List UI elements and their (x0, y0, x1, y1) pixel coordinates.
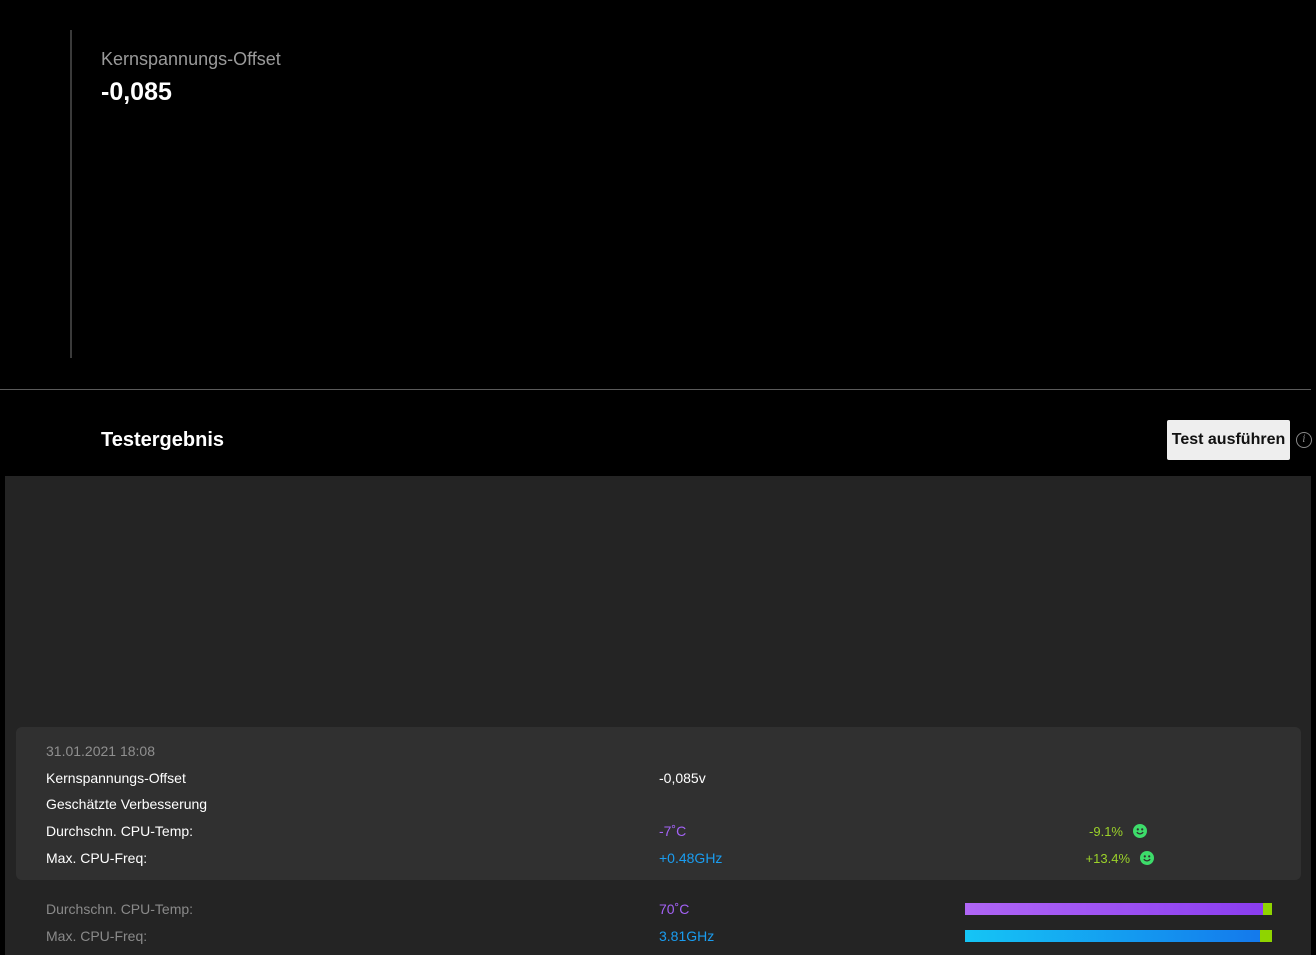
summary-temp-value: 70˚C (659, 901, 690, 917)
freq-improvement-pct: +13.4% (1085, 851, 1130, 866)
result-date: 31.01.2021 18:08 (46, 743, 155, 759)
freq-row-label: Max. CPU-Freq: (46, 850, 148, 866)
freq-progress-bar (965, 930, 1272, 942)
freq-bar-end (1260, 930, 1272, 942)
offset-label: Kernspannungs-Offset (101, 49, 281, 69)
results-title: Testergebnis (101, 429, 224, 451)
result-card: 31.01.2021 18:08 Kernspannungs-Offset -0… (16, 727, 1301, 880)
temp-bar-fill (965, 903, 1263, 915)
offset-value: -0,085 (101, 78, 172, 106)
run-test-button[interactable]: Test ausführen (1167, 420, 1290, 460)
info-icon[interactable]: i (1296, 432, 1312, 448)
temp-improvement-pct: -9.1% (1089, 824, 1123, 839)
results-panel: 31.01.2021 18:08 Kernspannungs-Offset -0… (5, 476, 1311, 955)
offset-row-label: Kernspannungs-Offset (46, 770, 186, 786)
temp-bar-end (1263, 903, 1272, 915)
smiley-icon (1140, 851, 1154, 865)
smiley-icon (1133, 824, 1147, 838)
section-divider-vertical (70, 30, 72, 358)
summary-freq-value: 3.81GHz (659, 928, 715, 944)
temp-row-label: Durchschn. CPU-Temp: (46, 823, 194, 839)
temp-delta-value: -7˚C (659, 823, 687, 839)
improvement-label: Geschätzte Verbesserung (46, 796, 208, 812)
voltage-offset-section: Kernspannungs-Offset -0,085 (0, 0, 1316, 389)
summary-freq-label: Max. CPU-Freq: (46, 928, 148, 944)
freq-bar-fill (965, 930, 1260, 942)
freq-delta-value: +0.48GHz (659, 850, 723, 866)
results-header: Testergebnis Test ausführen i (0, 390, 1316, 476)
offset-row-value: -0,085v (659, 770, 706, 786)
summary-temp-label: Durchschn. CPU-Temp: (46, 901, 194, 917)
temp-progress-bar (965, 903, 1272, 915)
